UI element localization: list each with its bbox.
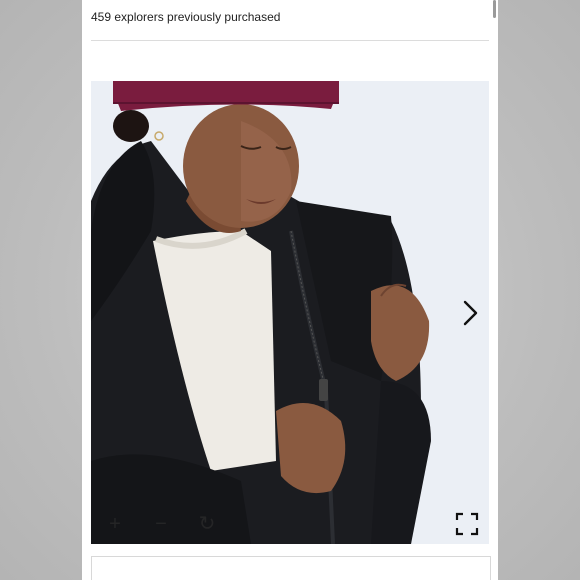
product-photo [91,81,489,544]
product-page: 459 explorers previously purchased + − ↻ [82,0,498,580]
minus-icon[interactable]: − [151,514,171,534]
purchase-count-text: 459 explorers previously purchased [91,10,281,24]
rotate-icon[interactable]: ↻ [197,514,217,534]
fullscreen-icon[interactable] [455,512,479,536]
scrollbar-thumb[interactable] [493,0,496,18]
chevron-right-icon[interactable] [461,299,481,327]
next-section-card [91,556,491,580]
product-image-gallery[interactable]: + − ↻ [91,81,489,544]
zoom-controls: + − ↻ [105,514,217,534]
screen: 459 explorers previously purchased + − ↻ [0,0,580,580]
plus-icon[interactable]: + [105,514,125,534]
divider [91,40,489,41]
